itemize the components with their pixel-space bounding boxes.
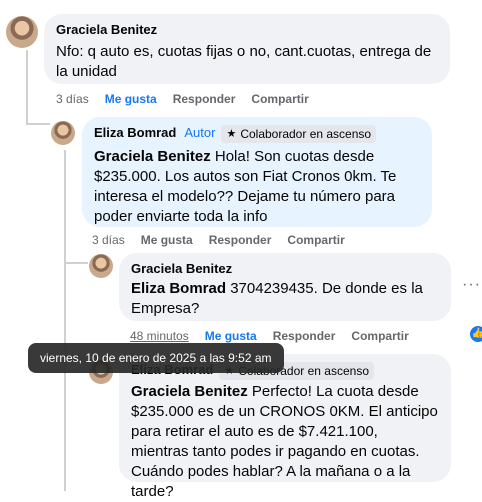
mention-link[interactable]: Eliza Bomrad <box>131 280 226 297</box>
share-button[interactable]: Compartir <box>351 329 408 343</box>
avatar[interactable] <box>6 16 38 48</box>
mention-link[interactable]: Graciela Benitez <box>94 148 211 165</box>
comment-text: Graciela Benitez Hola! Son cuotas desde … <box>94 147 420 227</box>
reply-button[interactable]: Responder <box>173 92 236 106</box>
like-reaction-icon[interactable]: 👍 <box>470 326 482 342</box>
author-tag: Autor <box>184 125 216 140</box>
thread-line <box>64 150 66 491</box>
timestamp-tooltip: viernes, 10 de enero de 2025 a las 9:52 … <box>28 343 284 373</box>
comment-text: Nfo: q auto es, cuotas fijas o no, cant.… <box>56 43 432 80</box>
timestamp-link[interactable]: 3 días <box>92 233 125 247</box>
comment-author[interactable]: Graciela Benitez <box>56 22 438 38</box>
contributor-badge[interactable]: ★Colaborador en ascenso <box>221 125 377 143</box>
timestamp-link[interactable]: 3 días <box>56 92 89 106</box>
comment-text: Eliza Bomrad 3704239435. De donde es la … <box>131 279 439 319</box>
avatar[interactable] <box>89 254 113 278</box>
comment-bubble: Graciela Benitez Eliza Bomrad 3704239435… <box>119 253 451 321</box>
comment-author[interactable]: Eliza Bomrad <box>94 125 176 140</box>
reply-button[interactable]: Responder <box>209 233 272 247</box>
share-button[interactable]: Compartir <box>287 233 344 247</box>
mention-link[interactable]: Graciela Benitez <box>131 383 248 400</box>
timestamp-link[interactable]: 48 minutos <box>130 329 189 343</box>
comment-body: Perfecto! La cuota desde $235.000 es de … <box>131 383 438 500</box>
like-button[interactable]: Me gusta <box>141 233 193 247</box>
comment-actions: 3 días Me gusta Responder Compartir <box>56 92 325 106</box>
thread-line-curve <box>64 262 88 264</box>
comment-bubble: Graciela Benitez Nfo: q auto es, cuotas … <box>44 14 450 84</box>
comment-actions: 3 días Me gusta Responder Compartir <box>92 233 361 247</box>
comment-bubble: Eliza Bomrad Autor ★ Colaborador en ascenso… <box>82 117 432 227</box>
comment-author[interactable]: Graciela Benitez <box>131 261 439 277</box>
comment-bubble: Eliza Bomrad★Colaborador en ascenso Grac… <box>119 354 451 500</box>
thread-line-curve <box>26 123 50 125</box>
like-button[interactable]: Me gusta <box>105 92 157 106</box>
avatar[interactable] <box>51 121 75 145</box>
more-options-icon[interactable]: ··· <box>462 276 481 294</box>
reply-button[interactable]: Responder <box>273 329 336 343</box>
like-button[interactable]: Me gusta <box>205 329 257 343</box>
thread-line <box>26 50 28 125</box>
comment-actions: 48 minutos Me gusta Responder Compartir <box>130 329 425 343</box>
star-icon: ★ <box>226 128 237 140</box>
comment-text: Graciela Benitez Perfecto! La cuota desd… <box>131 382 439 502</box>
comment-header: Eliza Bomrad Autor ★ Colaborador en ascenso <box>94 125 420 143</box>
share-button[interactable]: Compartir <box>251 92 308 106</box>
badge-label: Colaborador en ascenso <box>240 127 372 141</box>
